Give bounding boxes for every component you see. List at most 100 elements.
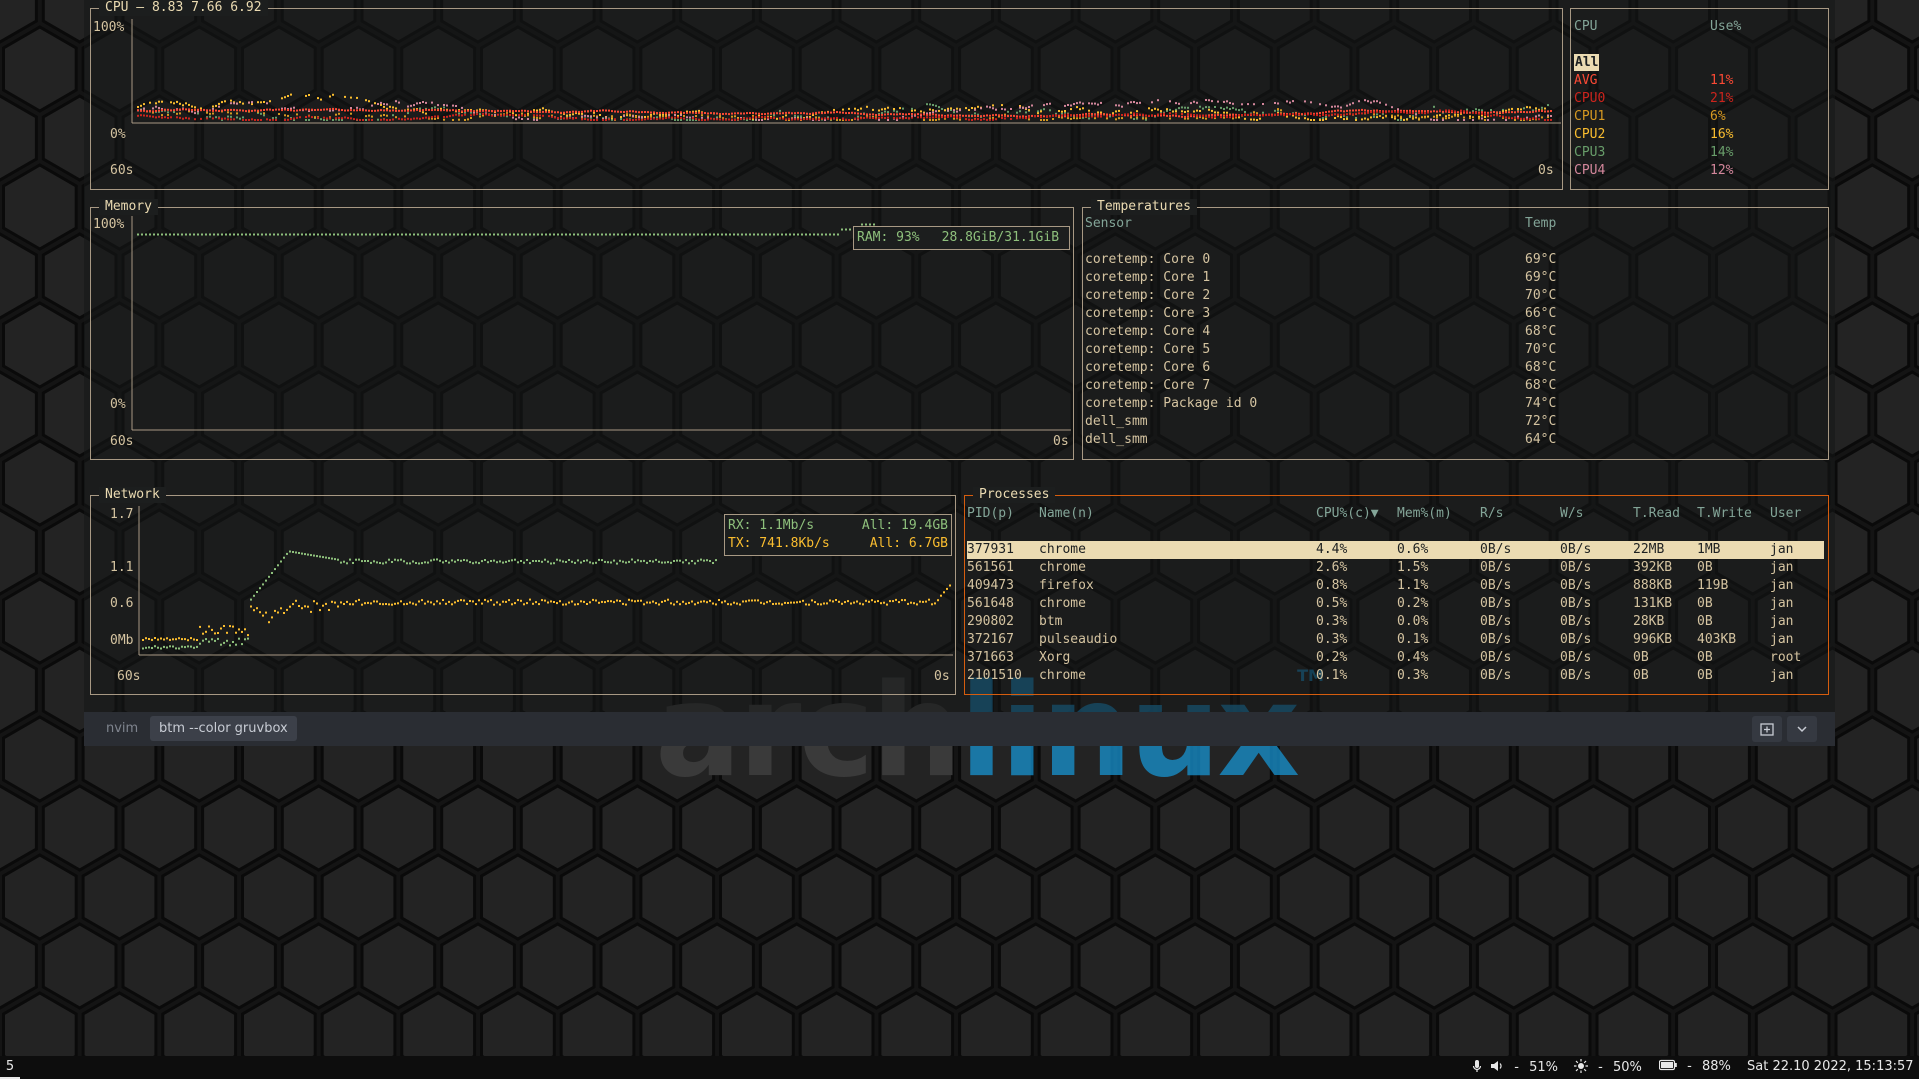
new-tab-button[interactable] bbox=[1752, 716, 1782, 742]
process-cell: 0.3% bbox=[1397, 668, 1429, 683]
memory-title: Memory bbox=[99, 199, 158, 215]
memory-y-top: 100% bbox=[93, 217, 125, 232]
temp-sensor: coretemp: Core 7 bbox=[1085, 378, 1211, 393]
process-cell: 0B/s bbox=[1480, 596, 1512, 611]
net-y-label-3: 0Mb bbox=[110, 633, 134, 648]
tx-total: All: 6.7GB bbox=[869, 536, 948, 551]
process-cell: 0B bbox=[1697, 668, 1713, 683]
process-cell: 0B bbox=[1633, 668, 1649, 683]
process-cell: 0B/s bbox=[1480, 614, 1512, 629]
temperatures-title: Temperatures bbox=[1091, 199, 1197, 215]
process-cell: 28KB bbox=[1633, 614, 1665, 629]
ram-amount: 28.8GiB/31.1GiB bbox=[941, 230, 1060, 245]
cpu-legend-use: 16% bbox=[1710, 127, 1734, 142]
process-column-header[interactable]: Name(n) bbox=[1039, 505, 1094, 523]
process-row[interactable]: 561648 chrome 0.5% 0.2% 0B/s 0B/s 131KB 0B jan bbox=[967, 595, 1824, 613]
memory-widget[interactable]: Memory 100% 0% 60s 0s RAM: 93% 28.8GiB/31… bbox=[90, 199, 1074, 460]
process-row[interactable]: 377931 chrome 4.4% 0.6% 0B/s 0B/s 22MB 1MB jan bbox=[967, 541, 1824, 559]
cpu-legend-name[interactable]: AVG bbox=[1574, 72, 1597, 90]
temp-value: 69°C bbox=[1525, 252, 1557, 267]
temp-sensor: coretemp: Core 0 bbox=[1085, 252, 1211, 267]
temp-value: 74°C bbox=[1525, 396, 1557, 411]
process-cell: 0B/s bbox=[1480, 668, 1512, 683]
cpu-legend-header-cpu: CPU bbox=[1574, 19, 1598, 34]
process-cell: root bbox=[1770, 650, 1802, 665]
process-cell: jan bbox=[1770, 542, 1794, 557]
cpu-legend-widget[interactable]: CPU Use% All AVG 11% CPU0 21% CPU1 6% CPU2 16% C… bbox=[1570, 8, 1829, 190]
memory-y-bottom: 0% bbox=[110, 397, 126, 412]
cpu-legend-name[interactable]: CPU2 bbox=[1574, 126, 1605, 144]
temp-sensor: coretemp: Core 2 bbox=[1085, 288, 1211, 303]
process-cell: 0B/s bbox=[1560, 650, 1592, 665]
cpu-legend-all[interactable]: All bbox=[1574, 54, 1600, 71]
tab-menu-button[interactable] bbox=[1787, 716, 1817, 742]
temp-sensor: coretemp: Core 3 bbox=[1085, 306, 1211, 321]
process-cell: 0B/s bbox=[1560, 614, 1592, 629]
processes-widget[interactable]: Processes PID(p) Name(n) CPU%(c)▼ Mem%(m) R/… bbox=[964, 487, 1829, 695]
cpu-legend-name[interactable]: CPU3 bbox=[1574, 144, 1605, 162]
process-column-header[interactable]: T.Read bbox=[1633, 505, 1680, 523]
net-y-label-1: 1.1 bbox=[110, 560, 134, 575]
process-row[interactable]: 561561 chrome 2.6% 1.5% 0B/s 0B/s 392KB 0B jan bbox=[967, 559, 1824, 577]
cpu-legend-use: 11% bbox=[1710, 73, 1734, 88]
net-y-label-2: 0.6 bbox=[110, 596, 134, 611]
cpu-legend-header-use: Use% bbox=[1710, 19, 1742, 34]
temp-sensor: coretemp: Core 1 bbox=[1085, 270, 1211, 285]
rx-rate: RX: 1.1Mb/s bbox=[728, 518, 815, 533]
cpu-x-left: 60s bbox=[110, 163, 134, 178]
process-cell: 888KB bbox=[1633, 578, 1673, 593]
process-cell: 0.1% bbox=[1316, 668, 1348, 683]
temp-sensor: coretemp: Core 4 bbox=[1085, 324, 1211, 339]
process-row[interactable]: 371663 Xorg 0.2% 0.4% 0B/s 0B/s 0B 0B root bbox=[967, 649, 1824, 667]
brightness-widget[interactable]: - 50% bbox=[1574, 1059, 1642, 1075]
process-cell: 1.1% bbox=[1397, 578, 1429, 593]
process-cell: 0B bbox=[1697, 596, 1713, 611]
tab-nvim[interactable]: nvim bbox=[97, 716, 147, 741]
cpu-widget[interactable]: CPU — 8.83 7.66 6.92 100% 0% 60s 0s bbox=[90, 0, 1563, 190]
process-cell: 371663 bbox=[967, 650, 1014, 665]
terminal-window[interactable]: CPU — 8.83 7.66 6.92 100% 0% 60s 0s CPU … bbox=[84, 0, 1835, 713]
process-column-header[interactable]: W/s bbox=[1560, 505, 1583, 523]
temp-value: 64°C bbox=[1525, 432, 1557, 447]
cpu-legend-use: 6% bbox=[1710, 109, 1726, 124]
temp-value: 69°C bbox=[1525, 270, 1557, 285]
cpu-legend-name[interactable]: CPU0 bbox=[1574, 90, 1605, 108]
tab-btm[interactable]: btm --color gruvbox bbox=[150, 716, 297, 741]
ram-series bbox=[137, 223, 875, 236]
process-cell: jan bbox=[1770, 614, 1794, 629]
clock[interactable]: Sat 22.10 2022, 15:13:57 bbox=[1747, 1059, 1914, 1074]
memory-x-right: 0s bbox=[1053, 434, 1069, 449]
volume-widget[interactable]: - 51% bbox=[1472, 1059, 1558, 1075]
cpu-legend-name[interactable]: CPU4 bbox=[1574, 162, 1605, 180]
process-cell: 0.2% bbox=[1316, 650, 1348, 665]
temp-sensor: dell_smm bbox=[1085, 432, 1148, 447]
process-cell: 119B bbox=[1697, 578, 1729, 593]
process-column-header[interactable]: T.Write bbox=[1697, 505, 1752, 523]
process-column-header[interactable]: R/s bbox=[1480, 505, 1503, 523]
process-column-header[interactable]: PID(p) bbox=[967, 505, 1014, 523]
process-column-header[interactable]: User bbox=[1770, 505, 1801, 523]
process-row[interactable]: 290802 btm 0.3% 0.0% 0B/s 0B/s 28KB 0B jan bbox=[967, 613, 1824, 631]
tx-rate: TX: 741.8Kb/s bbox=[728, 536, 830, 551]
cpu-legend-name[interactable]: CPU1 bbox=[1574, 108, 1605, 126]
process-cell: 0.5% bbox=[1316, 596, 1348, 611]
brightness-icon bbox=[1574, 1059, 1588, 1073]
cpu-x-right: 0s bbox=[1538, 163, 1554, 178]
network-title: Network bbox=[99, 487, 166, 503]
battery-widget[interactable]: - 88% bbox=[1658, 1059, 1731, 1074]
process-cell: 0.4% bbox=[1397, 650, 1429, 665]
process-row[interactable]: 372167 pulseaudio 0.3% 0.1% 0B/s 0B/s 996KB 403… bbox=[967, 631, 1824, 649]
temp-value: 68°C bbox=[1525, 324, 1557, 339]
process-cell: 0.1% bbox=[1397, 632, 1429, 647]
process-row[interactable]: 409473 firefox 0.8% 1.1% 0B/s 0B/s 888KB 119B ja… bbox=[967, 577, 1824, 595]
process-cell: 2.6% bbox=[1316, 560, 1348, 575]
temp-header-sensor: Sensor bbox=[1085, 216, 1132, 231]
network-widget[interactable]: Network 1.7 1.1 0.6 0Mb 60s 0s RX: 1.1Mb… bbox=[90, 487, 956, 695]
process-column-header[interactable]: Mem%(m) bbox=[1397, 505, 1452, 523]
process-row[interactable]: 2101510 chrome 0.1% 0.3% 0B/s 0B/s 0B 0B jan bbox=[967, 667, 1824, 685]
workspace-indicator[interactable]: 5 bbox=[0, 1056, 20, 1079]
process-cell: 0B/s bbox=[1560, 578, 1592, 593]
process-cell: 4.4% bbox=[1316, 542, 1348, 557]
process-column-header[interactable]: CPU%(c)▼ bbox=[1316, 505, 1379, 523]
temperatures-widget[interactable]: Temperatures Sensor Temp coretemp: Core … bbox=[1082, 199, 1829, 460]
